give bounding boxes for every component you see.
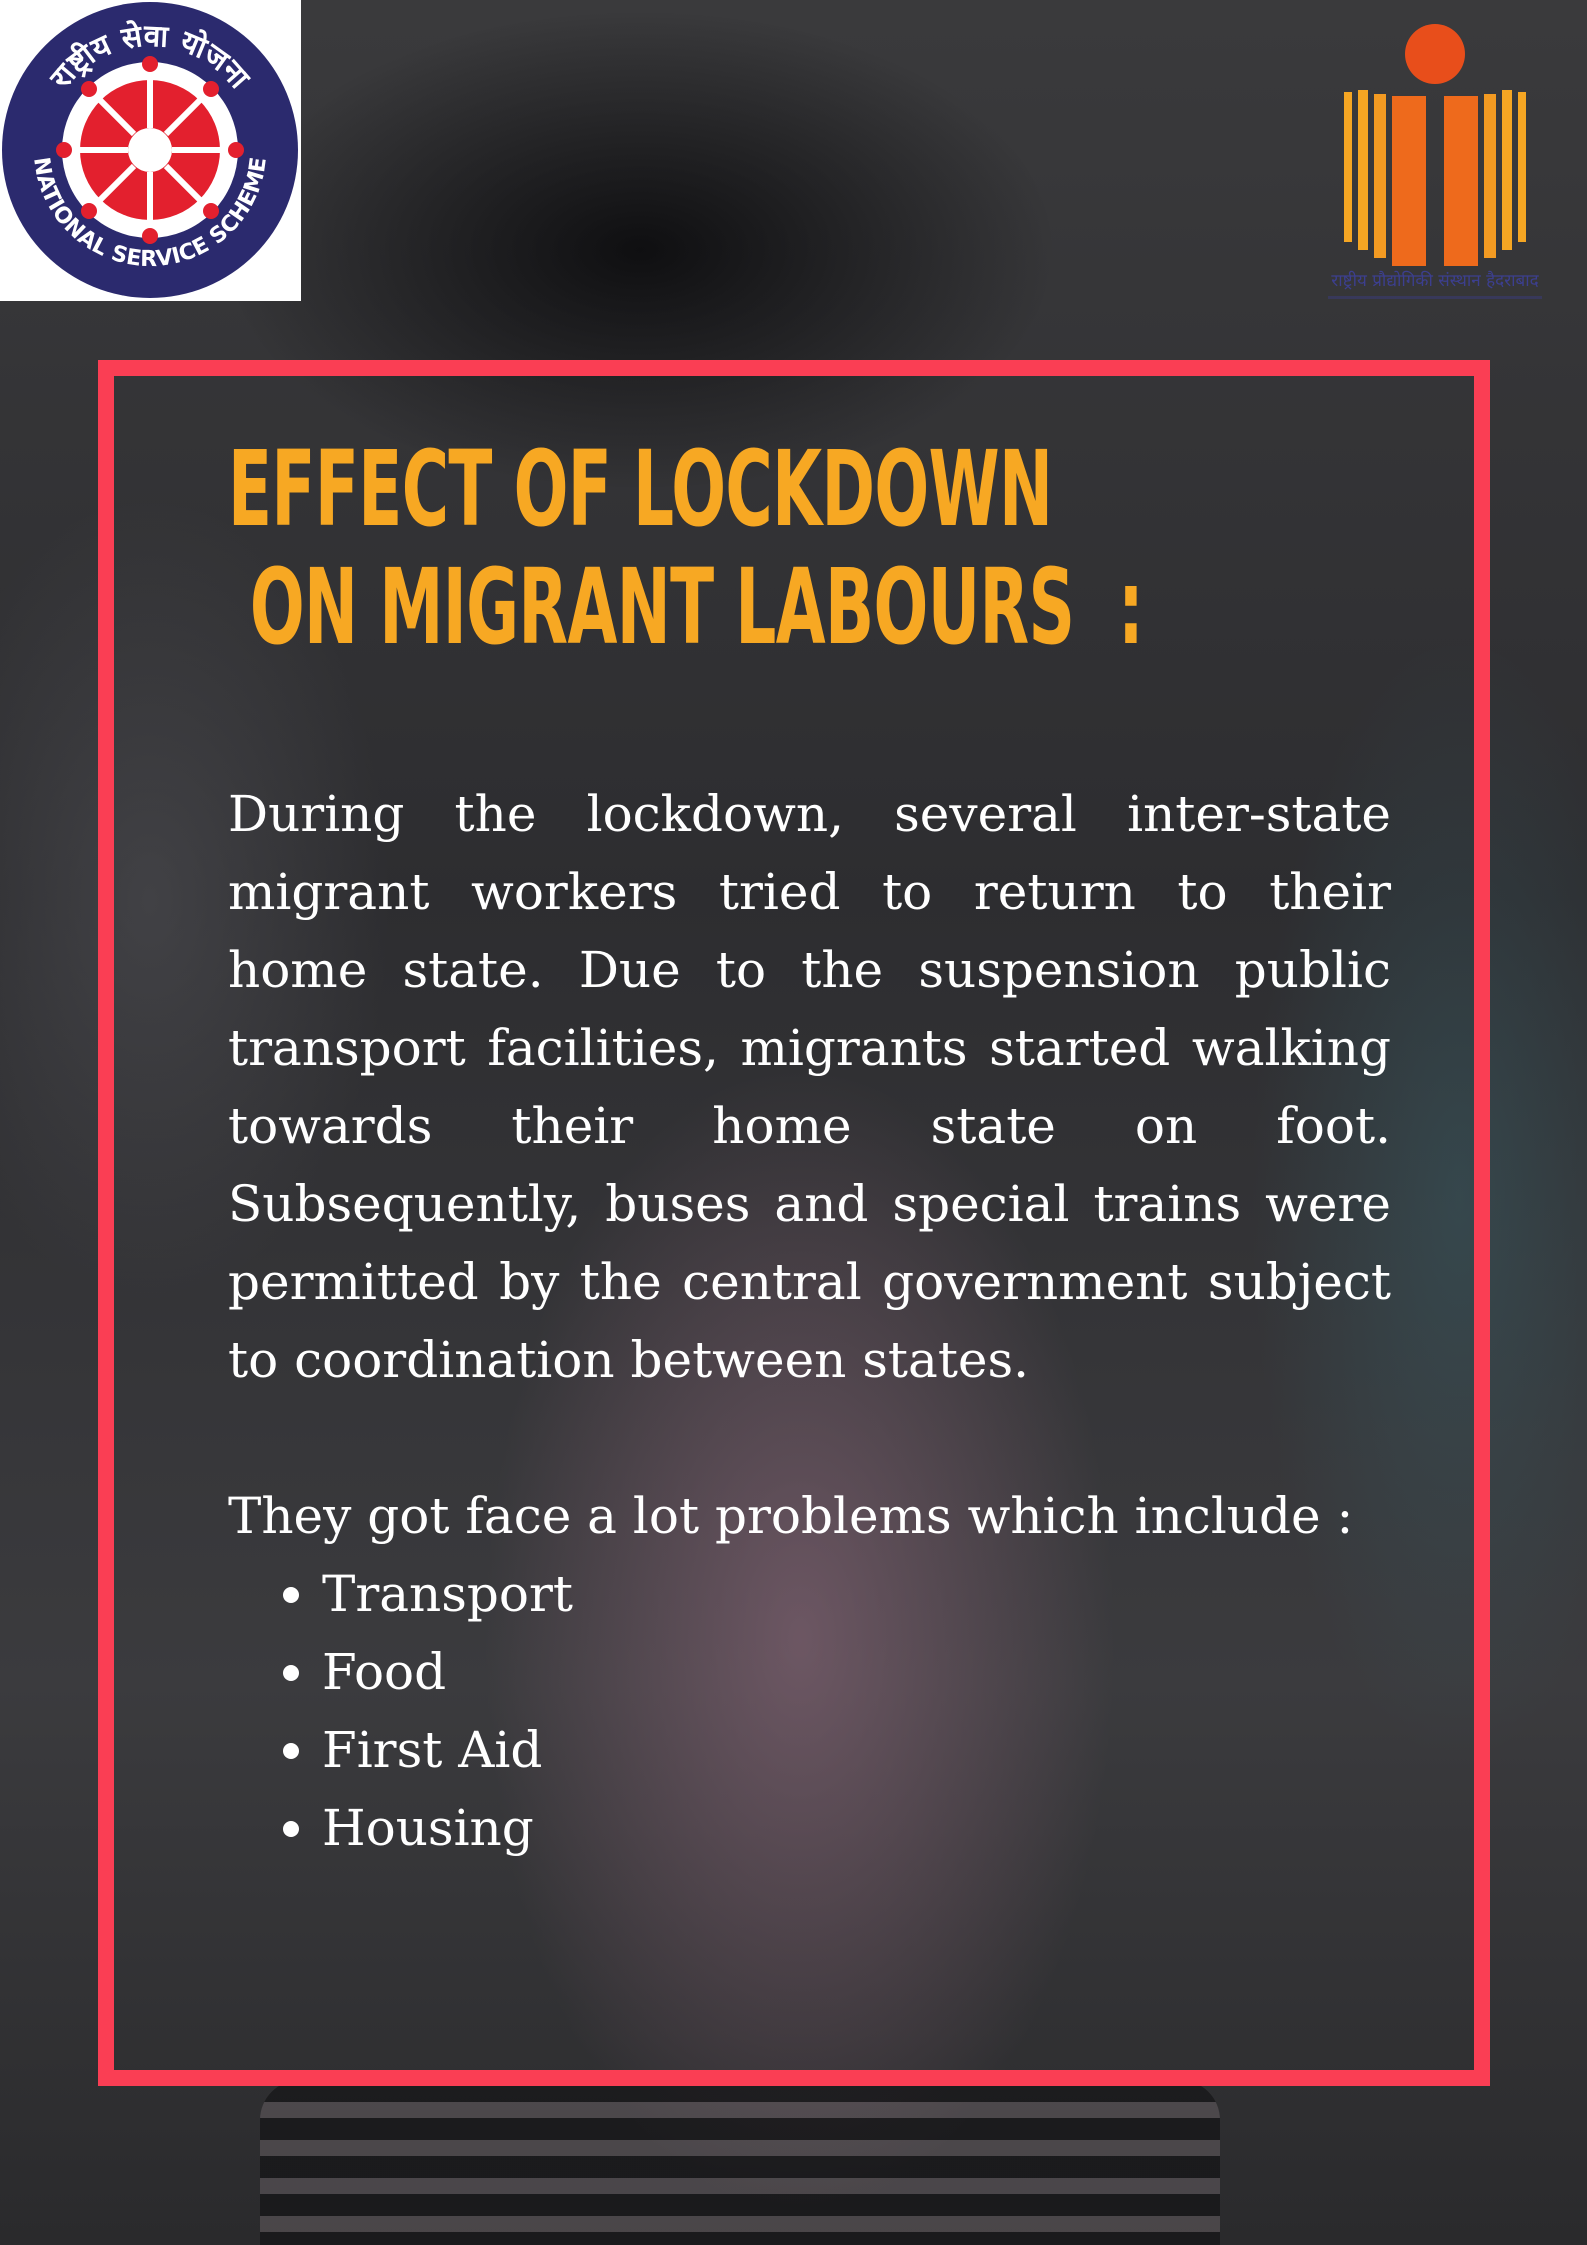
list-item: Housing [283, 1789, 1391, 1867]
problems-list: Transport Food First Aid Housing [228, 1555, 1391, 1867]
institute-logo-caption: राष्ट्रीय प्रौद्योगिकी संस्थान हैदराबाद [1331, 270, 1539, 291]
body-paragraph: During the lockdown, several inter-state… [228, 785, 1391, 1389]
nss-logo: राष्ट्रीय सेवा योजना NATIONAL SERVICE SC… [0, 0, 301, 301]
content-body: During the lockdown, several inter-state… [228, 775, 1391, 1867]
list-item: Food [283, 1633, 1391, 1711]
problems-intro: They got face a lot problems which inclu… [228, 1487, 1354, 1545]
page-title: EFFECT OF LOCKDOWN ON MIGRANT LABOURS : [228, 428, 1144, 668]
list-item: First Aid [283, 1711, 1391, 1789]
background-photo-skirt-hem [260, 2080, 1220, 2245]
list-item: Transport [283, 1555, 1391, 1633]
institute-logo: राष्ट्रीय प्रौद्योगिकी संस्थान हैदराबाद [1308, 22, 1568, 307]
